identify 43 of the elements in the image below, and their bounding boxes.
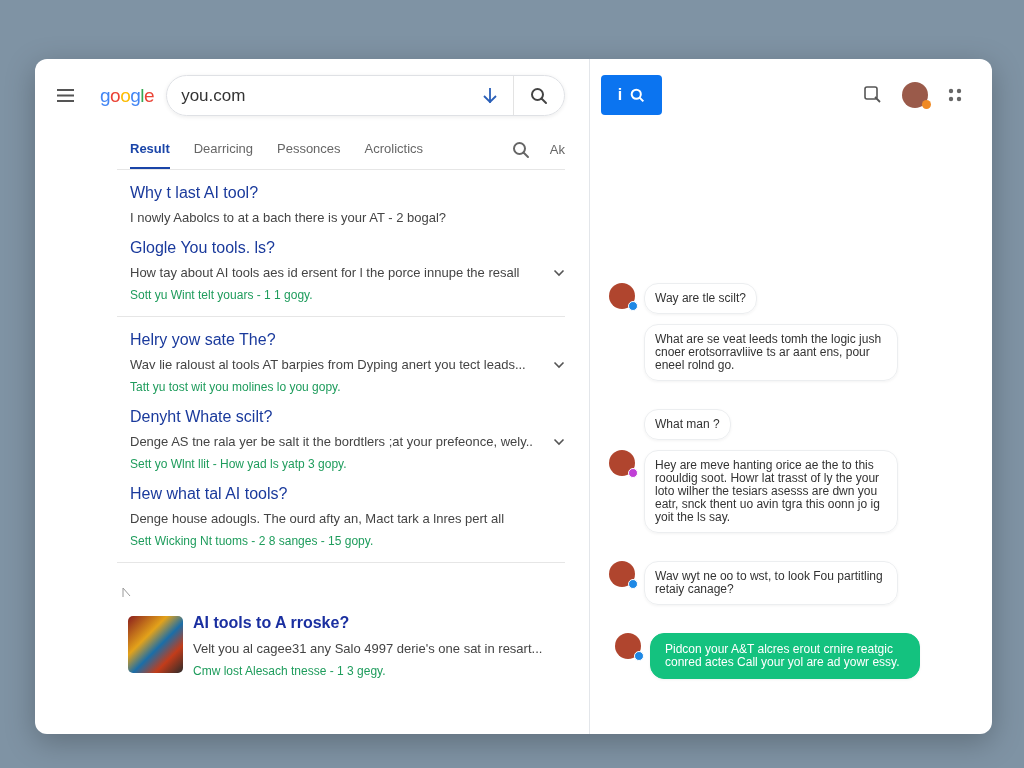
pointer-icon <box>122 587 131 598</box>
result-source[interactable]: Sett yo Wlnt llit - How yad ls yatp 3 gopy. <box>130 457 565 471</box>
chat-message: Hey are meve hanting orice ae the to this roouldig soot. Howr lat trasst of ly the your loto wilher the tesiars asesss are dwn you eatr, snck thent uo avin tgra this oonn jo ig yoit the ls say. <box>644 450 898 533</box>
tab[interactable]: Result <box>130 134 170 169</box>
chevron-icon[interactable] <box>553 360 565 369</box>
search-field[interactable]: you.com <box>167 84 483 107</box>
result-source[interactable]: Tatt yu tost wit you molines lo you gopy. <box>130 380 565 394</box>
chevron-icon[interactable] <box>553 268 565 277</box>
logo[interactable]: google <box>100 84 155 107</box>
result-title[interactable]: Denyht Whate scilt? <box>130 408 565 426</box>
search-icon[interactable] <box>511 140 530 159</box>
chat-message: What are se veat leeds tomh the logic jush cnoer erotsorravliive ts ar aant ens, pour eneel rolnd go. <box>644 324 898 381</box>
tab[interactable]: Pessonces <box>277 134 341 169</box>
menu-icon[interactable] <box>57 89 74 102</box>
result-snippet: Denge AS tne rala yer be salt it the bordtlers ;at your prefeonce, wely.. <box>130 434 533 449</box>
result-title[interactable]: Glogle You tools. ls? <box>130 239 565 257</box>
result-snippet: Velt you al cagee31 any Salo 4997 derie's one sat in resart... <box>193 641 543 656</box>
tab[interactable]: Acrolictics <box>364 134 424 169</box>
result-title[interactable]: Helry yow sate The? <box>130 331 565 349</box>
search-icon <box>630 87 646 103</box>
result-source[interactable]: Sott yu Wint telt youars - 1 1 gogy. <box>130 288 565 302</box>
result-source[interactable]: Cmw lost Alesach tnesse - 1 3 gegy. <box>193 664 543 678</box>
chat-message: Pidcon your A&T alcres erout crnire reatgic conred actes Call your yol are ad yowr essy. <box>650 633 920 679</box>
result-snippet: How tay about AI tools aes id ersent for l the porce innupe the resall <box>130 265 520 280</box>
avatar[interactable] <box>902 82 928 108</box>
result-title[interactable]: AI tools to A rroske? <box>193 614 543 632</box>
result-snippet: I nowly Aabolcs to at a bach there is your AT - 2 bogal? <box>130 210 447 225</box>
photo-placeholder <box>128 616 183 673</box>
tab[interactable]: Dearricing <box>193 134 253 169</box>
result-title[interactable]: Hew what tal AI tools? <box>130 485 565 503</box>
tab-label[interactable]: Ak <box>549 142 565 157</box>
chat-message: Wav wyt ne oo to wst, to look Fou partitling retaiy canage? <box>644 561 898 605</box>
chat-message: What man ? <box>644 409 731 440</box>
chevron-icon[interactable] <box>553 437 565 446</box>
image-search-icon[interactable] <box>864 86 882 104</box>
chat-message: Way are tle scilt? <box>644 283 757 314</box>
result-source[interactable]: Sett Wicking Nt tuoms - 2 8 sanges - 15 gopy. <box>130 534 565 548</box>
result-title[interactable]: Why t last AI tool? <box>130 184 565 202</box>
result-snippet: Denge house adougls. The ourd afty an, Mact tark a lnres pert all <box>130 511 505 526</box>
search-button[interactable]: i <box>601 75 662 115</box>
search-icon[interactable] <box>530 86 548 105</box>
apps-icon[interactable] <box>948 88 962 102</box>
result-snippet: Wav lie raloust al tools AT barpies from Dyping anert you tect leads... <box>130 357 526 372</box>
